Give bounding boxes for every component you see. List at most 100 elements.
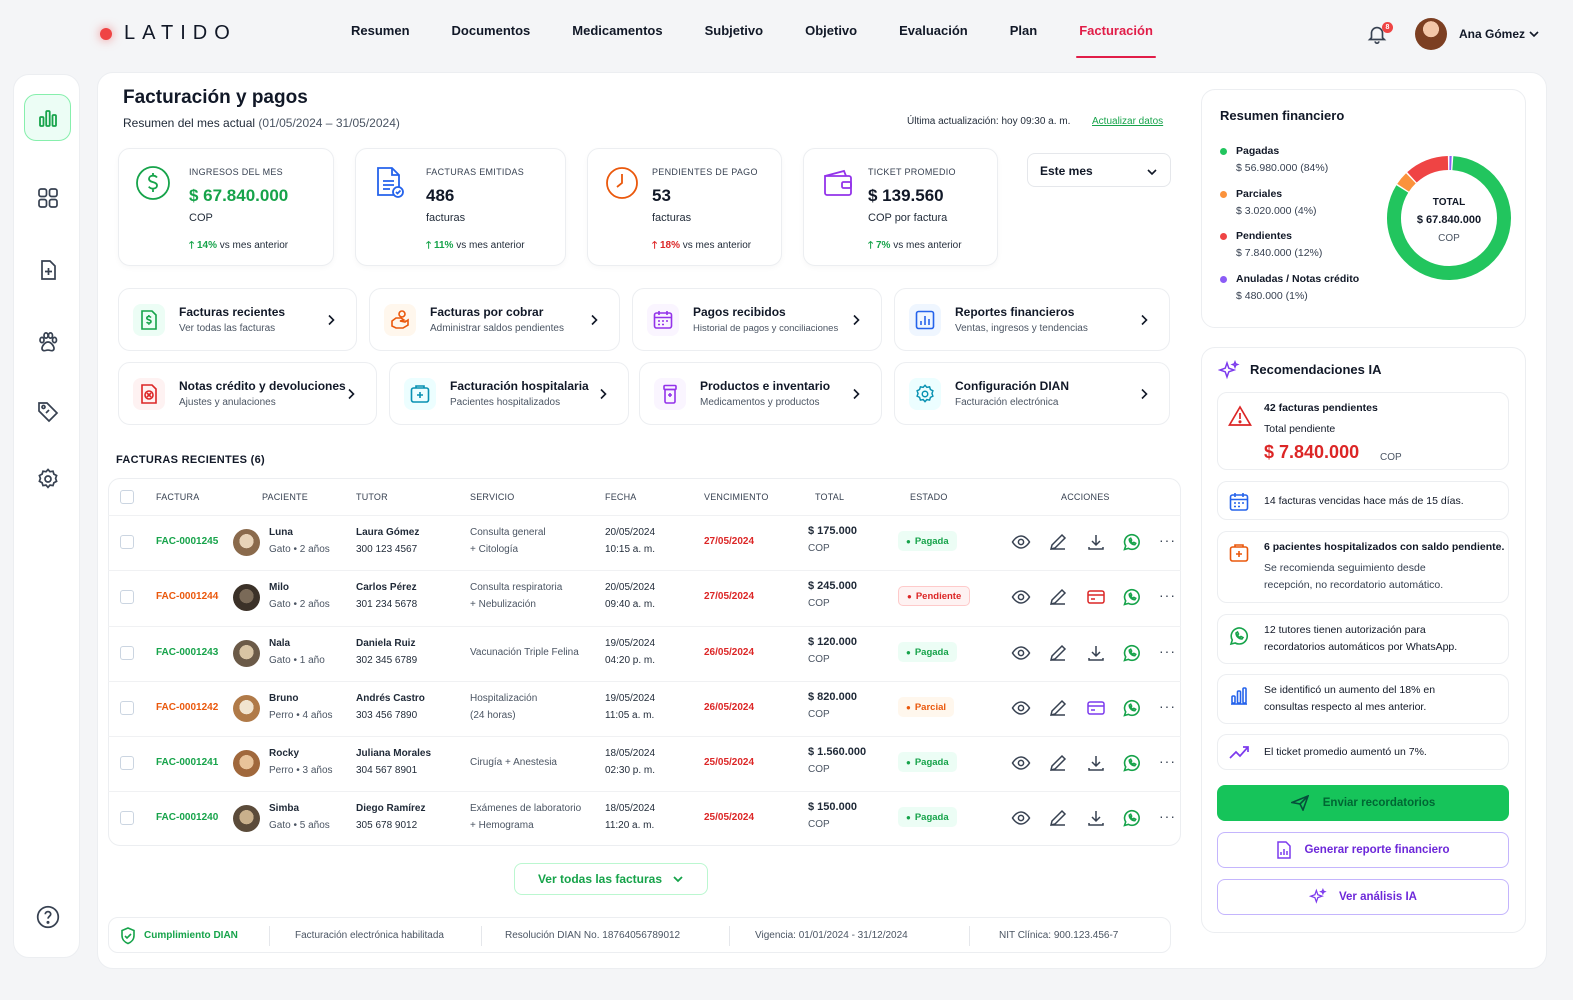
chevron-down-icon[interactable] [1528, 28, 1540, 40]
more-icon[interactable]: ··· [1159, 808, 1176, 824]
view-all-invoices-button[interactable]: Ver todas las facturas [514, 863, 708, 895]
edit-icon[interactable] [1048, 808, 1068, 828]
row-checkbox[interactable] [120, 646, 134, 660]
whatsapp-icon[interactable] [1122, 587, 1142, 607]
column-header[interactable]: FECHA [605, 492, 637, 502]
whatsapp-icon[interactable] [1122, 643, 1142, 663]
eye-icon[interactable] [1011, 532, 1031, 552]
quick-action-title: Notas crédito y devoluciones [179, 379, 346, 393]
ai-rec-overdue[interactable]: 14 facturas vencidas hace más de 15 días… [1217, 481, 1509, 520]
row-checkbox[interactable] [120, 756, 134, 770]
invoice-id-link[interactable]: FAC-0001241 [156, 757, 218, 768]
column-header[interactable]: ESTADO [910, 492, 948, 502]
sidebar-item-help[interactable] [24, 893, 71, 940]
whatsapp-icon[interactable] [1122, 753, 1142, 773]
download-icon[interactable] [1086, 643, 1106, 663]
ai-rec-text: recordatorios automáticos por WhatsApp. [1264, 641, 1458, 653]
edit-icon[interactable] [1048, 587, 1068, 607]
nav-objetivo[interactable]: Objetivo [784, 0, 878, 60]
credit-card-icon[interactable] [1086, 587, 1106, 607]
donut-slice-parciales[interactable] [1397, 173, 1416, 192]
nav-resumen[interactable]: Resumen [330, 0, 431, 60]
sidebar-item-dashboard[interactable] [24, 94, 71, 141]
more-icon[interactable]: ··· [1159, 698, 1176, 714]
eye-icon[interactable] [1011, 753, 1031, 773]
edit-icon[interactable] [1048, 643, 1068, 663]
column-header[interactable]: PACIENTE [262, 492, 308, 502]
invoice-id-link[interactable]: FAC-0001244 [156, 591, 218, 602]
ai-analysis-label: Ver análisis IA [1339, 891, 1417, 903]
nav-medicamentos[interactable]: Medicamentos [551, 0, 683, 60]
period-select[interactable]: Este mes [1027, 153, 1171, 187]
eye-icon[interactable] [1011, 643, 1031, 663]
edit-icon[interactable] [1048, 698, 1068, 718]
row-checkbox[interactable] [120, 535, 134, 549]
column-header[interactable]: SERVICIO [470, 492, 514, 502]
quick-action-payments[interactable]: Pagos recibidos Historial de pagos y con… [632, 288, 882, 351]
more-icon[interactable]: ··· [1159, 643, 1176, 659]
refresh-link[interactable]: Actualizar datos [1092, 116, 1163, 127]
nav-documentos[interactable]: Documentos [431, 0, 552, 60]
send-reminders-button[interactable]: Enviar recordatorios [1217, 785, 1509, 821]
sidebar-item-patients[interactable] [24, 318, 71, 365]
whatsapp-icon[interactable] [1122, 532, 1142, 552]
user-name[interactable]: Ana Gómez [1459, 27, 1525, 41]
quick-action-recent-invoices[interactable]: Facturas recientes Ver todas las factura… [118, 288, 357, 351]
select-all-checkbox[interactable] [120, 490, 134, 504]
more-icon[interactable]: ··· [1159, 753, 1176, 769]
row-checkbox[interactable] [120, 701, 134, 715]
nav-plan[interactable]: Plan [989, 0, 1058, 60]
kpi-card-invoices[interactable]: FACTURAS EMITIDAS 486 facturas 🡑 11% vs … [355, 148, 566, 266]
sidebar-item-grid[interactable] [24, 174, 71, 221]
edit-icon[interactable] [1048, 532, 1068, 552]
row-checkbox[interactable] [120, 590, 134, 604]
ai-analysis-button[interactable]: Ver análisis IA [1217, 879, 1509, 915]
column-header[interactable]: TOTAL [815, 492, 844, 502]
kpi-card-ticket[interactable]: TICKET PROMEDIO $ 139.560 COP por factur… [803, 148, 998, 266]
nav-facturacion[interactable]: Facturación [1058, 0, 1174, 60]
donut-slice-pendientes[interactable] [1407, 156, 1449, 183]
date-cell: 20/05/2024 09:40 a. m. [605, 579, 655, 613]
download-icon[interactable] [1086, 532, 1106, 552]
row-checkbox[interactable] [120, 811, 134, 825]
user-avatar[interactable] [1415, 18, 1447, 50]
sidebar-item-records[interactable] [24, 246, 71, 293]
whatsapp-icon[interactable] [1122, 808, 1142, 828]
quick-action-receivables[interactable]: Facturas por cobrar Administrar saldos p… [369, 288, 620, 351]
whatsapp-icon[interactable] [1122, 698, 1142, 718]
column-header[interactable]: FACTURA [156, 492, 199, 502]
more-icon[interactable]: ··· [1159, 587, 1176, 603]
kpi-card-pending[interactable]: PENDIENTES DE PAGO 53 facturas 🡑 18% vs … [587, 148, 782, 266]
nav-evaluacion[interactable]: Evaluación [878, 0, 989, 60]
quick-action-credit-notes[interactable]: Notas crédito y devoluciones Ajustes y a… [118, 362, 377, 425]
kpi-card-income[interactable]: INGRESOS DEL MES $ 67.840.000 COP 🡑 14% … [118, 148, 334, 266]
ai-rec-whatsapp[interactable]: 12 tutores tienen autorización para reco… [1217, 614, 1509, 664]
edit-icon[interactable] [1048, 753, 1068, 773]
invoice-id-link[interactable]: FAC-0001245 [156, 536, 218, 547]
more-icon[interactable]: ··· [1159, 532, 1176, 548]
ai-rec-pending[interactable]: 42 facturas pendientes Total pendiente $… [1217, 392, 1509, 470]
download-icon[interactable] [1086, 808, 1106, 828]
quick-action-inventory[interactable]: Productos e inventario Medicamentos y pr… [639, 362, 882, 425]
eye-icon[interactable] [1011, 587, 1031, 607]
eye-icon[interactable] [1011, 698, 1031, 718]
logo[interactable]: LATIDO [100, 22, 237, 45]
nav-subjetivo[interactable]: Subjetivo [684, 0, 785, 60]
sidebar-item-settings[interactable] [24, 455, 71, 502]
column-header[interactable]: TUTOR [356, 492, 388, 502]
invoice-id-link[interactable]: FAC-0001242 [156, 702, 218, 713]
ai-rec-hospitalized[interactable]: 6 pacientes hospitalizados con saldo pen… [1217, 531, 1509, 603]
generate-report-button[interactable]: Generar reporte financiero [1217, 832, 1509, 868]
eye-icon[interactable] [1011, 808, 1031, 828]
credit-card-icon[interactable] [1086, 698, 1106, 718]
quick-action-hospital[interactable]: Facturación hospitalaria Pacientes hospi… [389, 362, 629, 425]
download-icon[interactable] [1086, 753, 1106, 773]
quick-action-dian-config[interactable]: Configuración DIAN Facturación electróni… [894, 362, 1170, 425]
invoice-id-link[interactable]: FAC-0001243 [156, 647, 218, 658]
ai-rec-consultations[interactable]: Se identificó un aumento del 18% en cons… [1217, 674, 1509, 724]
ai-rec-ticket[interactable]: El ticket promedio aumentó un 7%. [1217, 734, 1509, 770]
invoice-id-link[interactable]: FAC-0001240 [156, 812, 218, 823]
column-header[interactable]: VENCIMIENTO [704, 492, 769, 502]
sidebar-item-pricing[interactable] [24, 387, 71, 434]
quick-action-reports[interactable]: Reportes financieros Ventas, ingresos y … [894, 288, 1170, 351]
